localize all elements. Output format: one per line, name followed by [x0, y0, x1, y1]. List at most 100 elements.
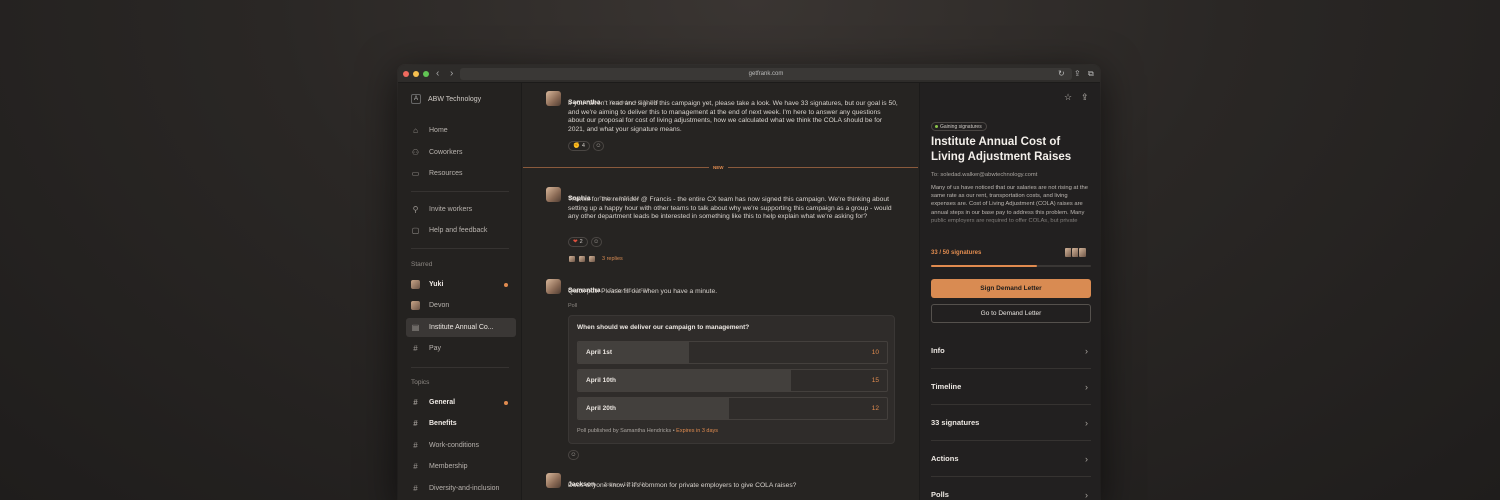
close-window-button[interactable] — [403, 71, 409, 77]
share-icon[interactable]: ⇪ — [1081, 92, 1089, 103]
forward-icon[interactable]: › — [450, 68, 453, 80]
nav-help-feedback[interactable]: ▢ Help and feedback — [406, 221, 516, 240]
signer-avatars[interactable] — [1064, 247, 1087, 258]
avatar — [546, 187, 561, 202]
add-reaction-icon[interactable]: ☺ — [590, 237, 602, 247]
back-icon[interactable]: ‹ — [436, 68, 439, 80]
reactions: ☺ — [568, 450, 579, 460]
home-icon: ⌂ — [413, 126, 418, 135]
section-actions[interactable]: Actions › — [931, 441, 1091, 477]
workspace-name: ABW Technology — [428, 95, 482, 103]
add-reaction-icon[interactable]: ☺ — [568, 450, 579, 460]
hash-icon: # — [413, 441, 418, 450]
nav-home[interactable]: ⌂ Home — [406, 121, 516, 140]
status-dot — [935, 125, 938, 128]
section-timeline[interactable]: Timeline › — [931, 369, 1091, 405]
signature-count: 33 / 50 signatures — [931, 250, 982, 256]
starred-label: Yuki — [429, 281, 444, 288]
document-icon: ▤ — [411, 323, 420, 332]
topic-membership[interactable]: # Membership — [406, 457, 516, 476]
starred-item-yuki[interactable]: Yuki — [406, 275, 516, 294]
url-bar[interactable]: getfrank.com — [460, 68, 1072, 80]
poll-option-count: 15 — [871, 377, 879, 384]
resources-icon: ▭ — [411, 169, 420, 178]
poll-option[interactable]: April 10th 15 — [577, 369, 888, 392]
avatar — [578, 255, 586, 263]
reload-icon[interactable]: ↻ — [1058, 68, 1065, 80]
starred-item-devon[interactable]: Devon — [406, 296, 516, 315]
campaign-description: Many of us have noticed that our salarie… — [931, 185, 1088, 224]
hash-icon: # — [413, 462, 418, 471]
topic-label: Work-conditions — [429, 442, 480, 449]
topic-diversity[interactable]: # Diversity-and-inclusion — [406, 479, 516, 498]
message-feed: Samantha Yesterday • 8:11 PM If you have… — [523, 83, 918, 500]
section-label: Timeline — [931, 382, 962, 391]
nav-label: Resources — [429, 170, 463, 177]
workspace-switcher[interactable]: A ABW Technology — [411, 94, 481, 104]
topic-label: Membership — [429, 463, 468, 470]
tabs-icon[interactable]: ⧉ — [1088, 68, 1094, 80]
nav-coworkers[interactable]: ⚇ Coworkers — [406, 143, 516, 162]
maximize-window-button[interactable] — [423, 71, 429, 77]
star-icon[interactable]: ☆ — [1064, 92, 1072, 103]
sign-demand-letter-button[interactable]: Sign Demand Letter — [931, 279, 1091, 298]
poll-label: Poll — [568, 303, 578, 309]
poll-expiry: Expires in 3 days — [676, 428, 719, 434]
topic-work-conditions[interactable]: # Work-conditions — [406, 436, 516, 455]
coworkers-icon: ⚇ — [411, 148, 420, 157]
divider — [411, 248, 509, 249]
hash-icon: # — [413, 398, 418, 407]
section-signatures[interactable]: 33 signatures › — [931, 405, 1091, 441]
poll-option-label: April 20th — [586, 405, 616, 412]
fist-icon: ✊ — [573, 143, 580, 149]
chevron-right-icon: › — [1085, 417, 1088, 428]
thread-replies[interactable]: 3 replies — [568, 255, 623, 263]
avatar — [546, 279, 561, 294]
topic-benefits[interactable]: # Benefits — [406, 414, 516, 433]
poll-option-label: April 10th — [586, 377, 616, 384]
hash-icon: # — [413, 419, 418, 428]
starred-item-pay[interactable]: # Pay — [406, 339, 516, 358]
status-badge: Gaining signatures — [931, 122, 987, 131]
starred-heading: Starred — [411, 261, 433, 268]
heart-icon: ❤ — [573, 239, 578, 245]
avatar — [411, 301, 420, 310]
message-body: Quick poll! Please fill out when you hav… — [568, 288, 718, 295]
poll-option[interactable]: April 20th 12 — [577, 397, 888, 420]
topic-general[interactable]: # General — [406, 393, 516, 412]
go-to-demand-letter-button[interactable]: Go to Demand Letter — [931, 304, 1091, 323]
reaction-pill[interactable]: ❤ 2 — [568, 237, 588, 247]
section-label: Info — [931, 346, 945, 355]
topic-label: Diversity-and-inclusion — [429, 485, 500, 492]
divider — [411, 191, 509, 192]
section-polls[interactable]: Polls › — [931, 477, 1091, 500]
browser-titlebar: ‹ › getfrank.com ↻ ⇪ ⧉ — [398, 65, 1100, 83]
share-icon[interactable]: ⇪ — [1074, 68, 1081, 80]
replies-link[interactable]: 3 replies — [602, 256, 623, 262]
chevron-right-icon: › — [1085, 489, 1088, 500]
reaction-pill[interactable]: ✊ 4 — [568, 141, 590, 151]
add-reaction-icon[interactable]: ☺ — [592, 141, 604, 151]
chevron-right-icon: › — [1085, 453, 1088, 464]
poll-option-count: 10 — [871, 349, 879, 356]
divider — [411, 367, 509, 368]
poll-option[interactable]: April 1st 10 — [577, 341, 888, 364]
signature-progress-fill — [931, 265, 1037, 267]
starred-label: Institute Annual Co... — [429, 324, 494, 331]
starred-item-campaign[interactable]: ▤ Institute Annual Co... — [406, 318, 516, 337]
new-label: NEW — [709, 164, 728, 171]
section-info[interactable]: Info › — [931, 333, 1091, 369]
message-body: If you haven't read and signed this camp… — [568, 100, 898, 134]
nav-label: Home — [429, 127, 448, 134]
hash-icon: # — [413, 484, 418, 493]
poll-option-label: April 1st — [586, 349, 613, 356]
campaign-panel: ☆ ⇪ Gaining signatures Institute Annual … — [919, 83, 1100, 500]
chevron-right-icon: › — [1085, 345, 1088, 356]
poll-footer: Poll published by Samantha Hendricks • E… — [577, 428, 718, 434]
nav-resources[interactable]: ▭ Resources — [406, 164, 516, 183]
section-label: Actions — [931, 454, 959, 463]
nav-invite-workers[interactable]: ⚲ Invite workers — [406, 200, 516, 219]
minimize-window-button[interactable] — [413, 71, 419, 77]
feedback-icon: ▢ — [411, 226, 420, 235]
unread-dot — [504, 400, 508, 405]
